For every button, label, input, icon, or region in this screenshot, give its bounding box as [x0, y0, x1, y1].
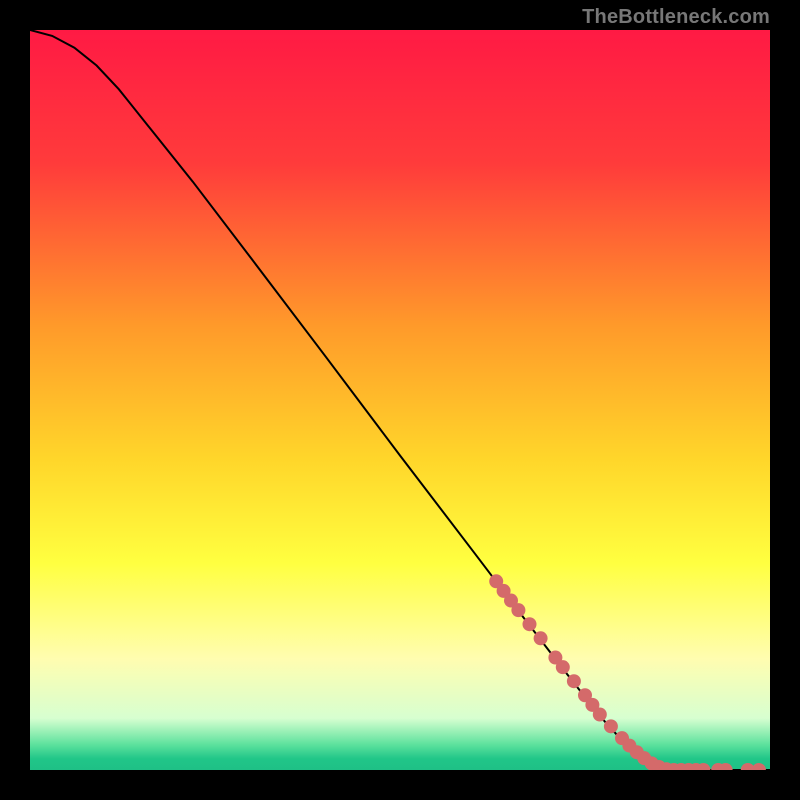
marker-dot: [556, 660, 570, 674]
chart-svg: [30, 30, 770, 770]
marker-dot: [511, 603, 525, 617]
chart-stage: TheBottleneck.com: [0, 0, 800, 800]
plot-area: [30, 30, 770, 770]
marker-dot: [534, 631, 548, 645]
marker-dot: [604, 719, 618, 733]
marker-dot: [523, 617, 537, 631]
gradient-background: [30, 30, 770, 770]
marker-dot: [567, 674, 581, 688]
marker-dot: [593, 708, 607, 722]
watermark-label: TheBottleneck.com: [582, 6, 770, 29]
